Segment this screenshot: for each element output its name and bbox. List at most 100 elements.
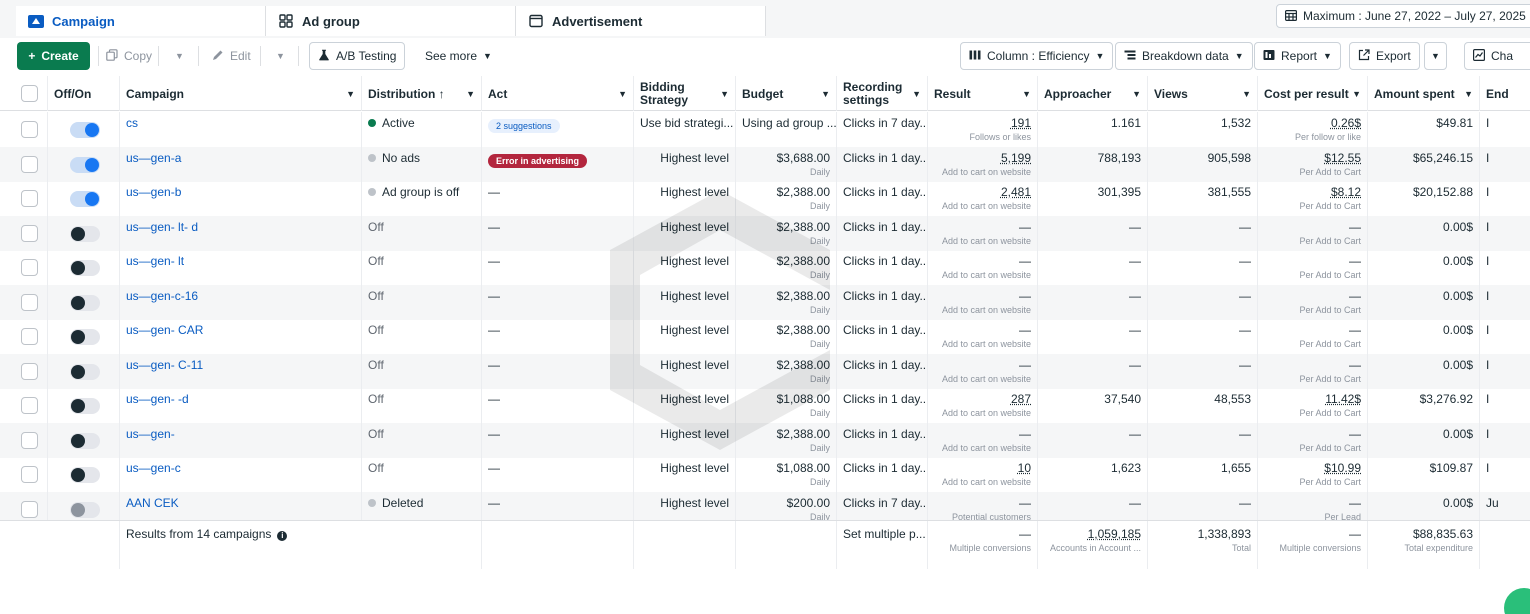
- table-row[interactable]: us—gen-a No ads Error in advertising Highes…: [0, 146, 1530, 182]
- on-off-toggle[interactable]: [70, 432, 100, 449]
- tab-campaign[interactable]: Campaign: [16, 6, 266, 36]
- tab-advertisement[interactable]: Advertisement: [516, 6, 766, 36]
- cell-distribution: Off: [362, 284, 482, 320]
- col-recording[interactable]: Recording settings ▼: [837, 76, 928, 111]
- end-value: I: [1486, 323, 1490, 337]
- table-row[interactable]: us—gen-b Ad group is off — Highest level $2,…: [0, 181, 1530, 216]
- report-button[interactable]: Report ▼: [1254, 42, 1341, 70]
- copy-button[interactable]: Copy: [106, 42, 152, 70]
- breakdown-button[interactable]: Breakdown data ▼: [1115, 42, 1253, 70]
- campaign-name-link[interactable]: us—gen-: [126, 427, 175, 441]
- campaign-name-link[interactable]: us—gen- lt- d: [126, 220, 198, 234]
- create-button[interactable]: + Create: [17, 42, 90, 70]
- table-row[interactable]: us—gen- Off — Highest level $2,388.00 Daily Cl…: [0, 422, 1530, 458]
- campaign-name-link[interactable]: us—gen-c: [126, 461, 181, 475]
- col-budget[interactable]: Budget ▼: [736, 76, 837, 111]
- campaign-name-link[interactable]: us—gen- -d: [126, 392, 189, 406]
- result-value[interactable]: 10: [1018, 461, 1031, 475]
- table-row[interactable]: cs Active 2 suggestions Use bid strategi...…: [0, 112, 1530, 147]
- campaign-folder-icon: [28, 13, 44, 29]
- table-row[interactable]: us—gen- CAR Off — Highest level $2,388.00 Dai…: [0, 319, 1530, 354]
- help-chat-button[interactable]: [1504, 588, 1530, 614]
- col-result[interactable]: Result ▼: [928, 76, 1038, 111]
- on-off-toggle[interactable]: [70, 467, 100, 483]
- col-approacher[interactable]: Approacher ▼: [1038, 76, 1148, 111]
- row-checkbox[interactable]: [21, 293, 38, 311]
- row-checkbox[interactable]: [21, 121, 38, 138]
- date-range-picker[interactable]: Maximum : June 27, 2022 – July 27, 2025: [1276, 4, 1530, 28]
- cost-value[interactable]: 0.26$: [1331, 116, 1361, 130]
- col-off-on[interactable]: Off/On: [48, 76, 120, 111]
- col-distribution[interactable]: Distribution ↑ ▼: [362, 76, 482, 111]
- result-value[interactable]: 5,199: [1001, 151, 1031, 165]
- on-off-toggle[interactable]: [70, 191, 100, 207]
- result-value[interactable]: 191: [1011, 116, 1031, 130]
- on-off-toggle[interactable]: [70, 260, 100, 276]
- on-off-toggle[interactable]: [70, 398, 100, 414]
- on-off-toggle[interactable]: [70, 225, 100, 242]
- cell-recording: Clicks in 7 day...: [837, 112, 928, 147]
- result-value[interactable]: 287: [1011, 392, 1031, 406]
- cost-value[interactable]: $12.55: [1324, 151, 1361, 165]
- cell-distribution: Off: [362, 215, 482, 251]
- campaign-name-link[interactable]: AAN CEK: [126, 496, 179, 510]
- row-checkbox[interactable]: [21, 362, 38, 380]
- row-checkbox[interactable]: [21, 224, 38, 242]
- table-row[interactable]: us—gen-c Off — Highest level $1,088.00 Daily C…: [0, 457, 1530, 492]
- table-row[interactable]: us—gen- C-11 Off — Highest level $2,388.00 Da…: [0, 353, 1530, 389]
- on-off-toggle[interactable]: [70, 501, 100, 518]
- col-views[interactable]: Views ▼: [1148, 76, 1258, 111]
- row-checkbox[interactable]: [21, 397, 38, 414]
- columns-button[interactable]: Column : Efficiency ▼: [960, 42, 1114, 70]
- edit-button[interactable]: Edit: [212, 42, 251, 70]
- error-badge[interactable]: Error in advertising: [488, 153, 588, 168]
- row-checkbox[interactable]: [21, 190, 38, 207]
- row-checkbox[interactable]: [21, 466, 38, 483]
- cell-approacher: —: [1038, 422, 1148, 458]
- campaign-name-link[interactable]: us—gen- C-11: [126, 358, 203, 372]
- charts-button[interactable]: Cha: [1464, 42, 1530, 70]
- on-off-toggle[interactable]: [70, 363, 100, 380]
- row-checkbox[interactable]: [21, 500, 38, 518]
- row-checkbox[interactable]: [21, 155, 38, 173]
- row-checkbox[interactable]: [21, 259, 38, 276]
- tab-ad-group[interactable]: Ad group: [266, 6, 516, 36]
- campaign-name-link[interactable]: us—gen-b: [126, 185, 181, 199]
- table-row[interactable]: us—gen-c-16 Off — Highest level $2,388.00 Dai…: [0, 284, 1530, 320]
- col-bidding[interactable]: Bidding Strategy ▼: [634, 76, 736, 111]
- cell-campaign: us—gen-a: [120, 146, 362, 182]
- on-off-toggle[interactable]: [70, 329, 100, 345]
- col-amount-spent[interactable]: Amount spent ▼: [1368, 76, 1480, 111]
- summary-approacher-value[interactable]: 1,059,185: [1088, 527, 1141, 541]
- campaign-name-link[interactable]: us—gen- CAR: [126, 323, 203, 337]
- campaign-name-link[interactable]: us—gen- lt: [126, 254, 184, 268]
- row-checkbox[interactable]: [21, 328, 38, 345]
- export-button[interactable]: Export: [1349, 42, 1420, 70]
- campaign-name-link[interactable]: cs: [126, 116, 138, 130]
- table-row[interactable]: us—gen- lt Off — Highest level $2,388.00 Dail…: [0, 250, 1530, 285]
- table-row[interactable]: us—gen- -d Off — Highest level $1,088.00 Dail…: [0, 388, 1530, 423]
- see-more-button[interactable]: See more ▼: [425, 42, 492, 70]
- copy-dropdown-button[interactable]: ▼: [175, 42, 184, 70]
- suggestions-badge[interactable]: 2 suggestions: [488, 119, 560, 133]
- on-off-toggle[interactable]: [70, 122, 100, 138]
- row-checkbox[interactable]: [21, 431, 38, 449]
- table-row[interactable]: us—gen- lt- d Off — Highest level $2,388.00 D…: [0, 215, 1530, 251]
- col-campaign[interactable]: Campaign ▼: [120, 76, 362, 111]
- col-end[interactable]: End: [1480, 76, 1530, 111]
- info-icon[interactable]: i: [277, 531, 288, 541]
- cost-value[interactable]: 11.42$: [1325, 392, 1361, 406]
- campaign-name-link[interactable]: us—gen-a: [126, 151, 181, 165]
- cost-value[interactable]: $8.12: [1331, 185, 1361, 199]
- on-off-toggle[interactable]: [70, 156, 100, 173]
- campaign-name-link[interactable]: us—gen-c-16: [126, 289, 198, 303]
- export-dropdown-button[interactable]: ▼: [1424, 42, 1447, 70]
- col-cost-per-result[interactable]: Cost per result ▼: [1258, 76, 1368, 111]
- col-act[interactable]: Act ▼: [482, 76, 634, 111]
- cost-value[interactable]: $10.99: [1324, 461, 1361, 475]
- edit-dropdown-button[interactable]: ▼: [276, 42, 285, 70]
- ab-testing-button[interactable]: A/B Testing: [309, 42, 406, 70]
- select-all-checkbox[interactable]: [21, 85, 38, 102]
- result-value[interactable]: 2,481: [1001, 185, 1031, 199]
- on-off-toggle[interactable]: [70, 294, 100, 311]
